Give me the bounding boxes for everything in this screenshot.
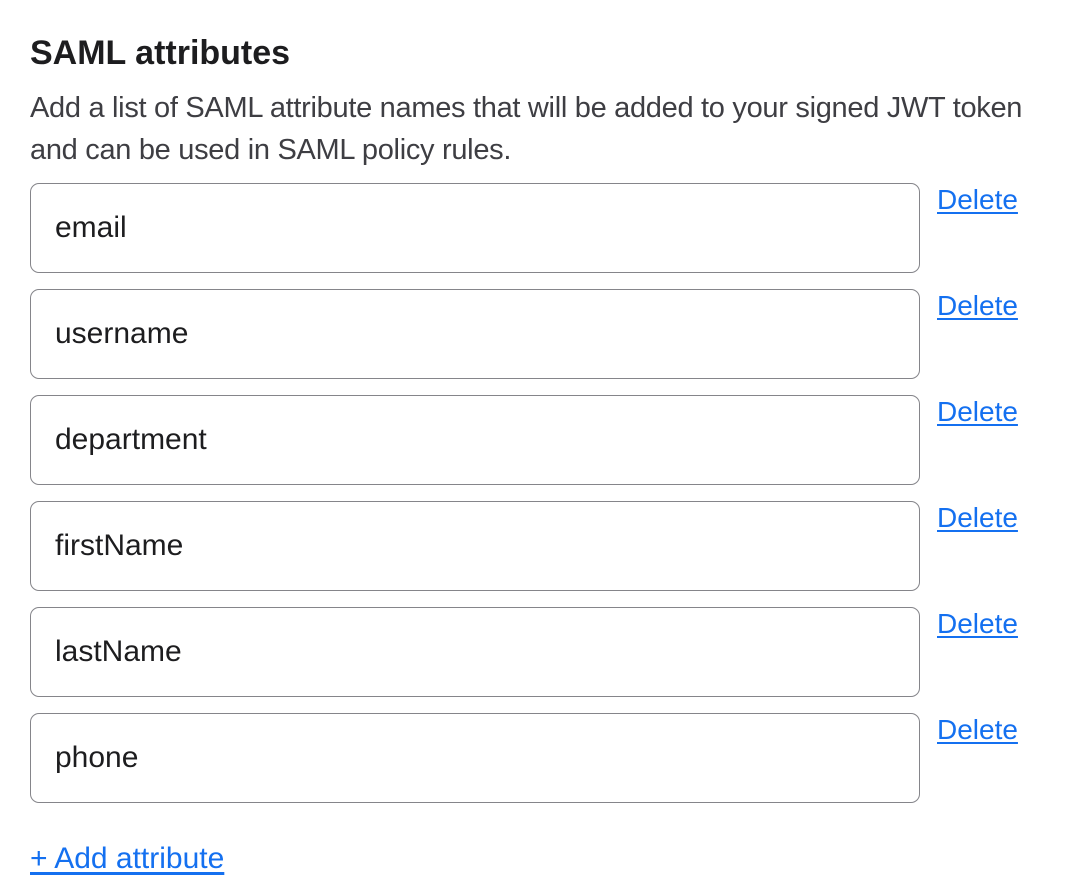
- delete-link[interactable]: Delete: [937, 289, 1018, 323]
- delete-link[interactable]: Delete: [937, 501, 1018, 535]
- attribute-input-phone[interactable]: [30, 713, 920, 803]
- attribute-row: Delete: [30, 289, 1036, 379]
- attribute-input-firstname[interactable]: [30, 501, 920, 591]
- page-description: Add a list of SAML attribute names that …: [30, 87, 1036, 171]
- attribute-input-department[interactable]: [30, 395, 920, 485]
- page-title: SAML attributes: [30, 33, 1036, 73]
- delete-link[interactable]: Delete: [937, 395, 1018, 429]
- delete-link[interactable]: Delete: [937, 713, 1018, 747]
- attribute-row: Delete: [30, 395, 1036, 485]
- delete-link[interactable]: Delete: [937, 607, 1018, 641]
- attribute-input-lastname[interactable]: [30, 607, 920, 697]
- attribute-row: Delete: [30, 501, 1036, 591]
- delete-link[interactable]: Delete: [937, 183, 1018, 217]
- attribute-row: Delete: [30, 183, 1036, 273]
- attribute-row: Delete: [30, 607, 1036, 697]
- description-line-2: and can be used in SAML policy rules.: [30, 129, 1036, 171]
- saml-attributes-section: SAML attributes Add a list of SAML attri…: [0, 0, 1066, 877]
- attribute-input-email[interactable]: [30, 183, 920, 273]
- attribute-input-username[interactable]: [30, 289, 920, 379]
- attribute-row: Delete: [30, 713, 1036, 803]
- description-line-1: Add a list of SAML attribute names that …: [30, 87, 1036, 129]
- attribute-list: Delete Delete Delete Delete Delete Delet…: [30, 183, 1036, 803]
- add-attribute-link[interactable]: + Add attribute: [30, 841, 224, 877]
